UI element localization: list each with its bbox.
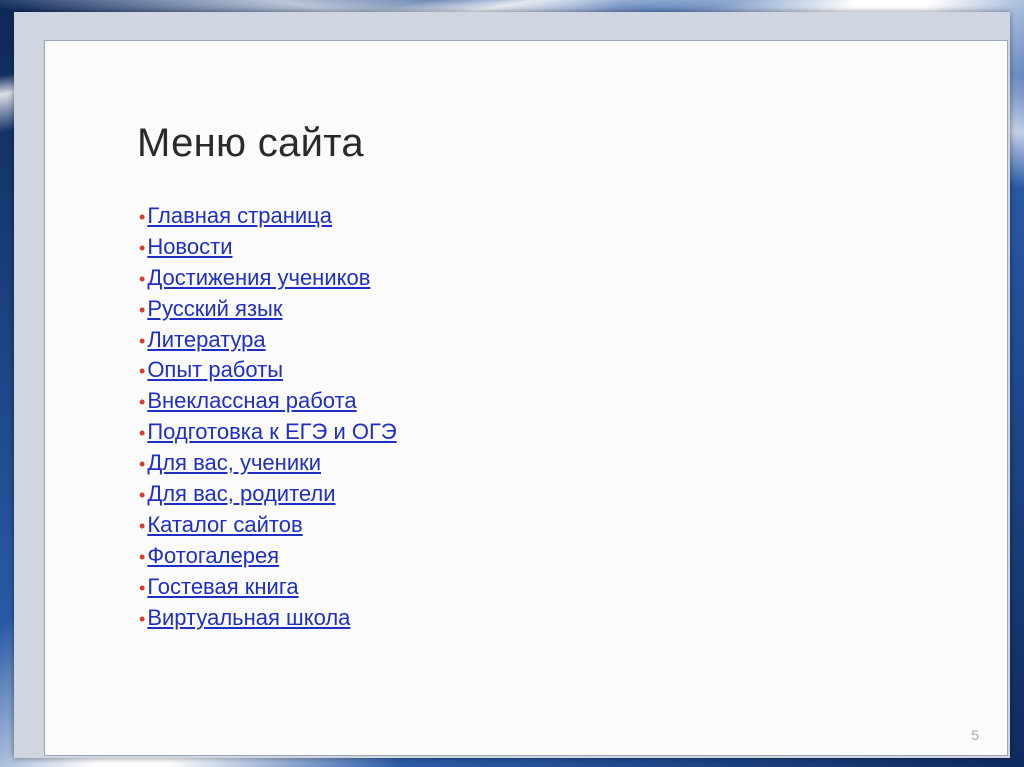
slide-frame: Меню сайта •Главная страница •Новости •Д… <box>14 12 1010 758</box>
list-item: •Каталог сайтов <box>139 510 397 541</box>
menu-link-news[interactable]: Новости <box>147 234 232 259</box>
menu-link-site-catalog[interactable]: Каталог сайтов <box>147 512 302 537</box>
page-number: 5 <box>971 727 979 743</box>
list-item: •Достижения учеников <box>139 263 397 294</box>
bullet-icon: • <box>139 207 146 227</box>
bullet-icon: • <box>139 392 146 413</box>
bullet-icon: • <box>139 330 146 351</box>
menu-link-for-students[interactable]: Для вас, ученики <box>147 450 321 475</box>
list-item: •Главная страница <box>139 201 397 232</box>
menu-link-work-experience[interactable]: Опыт работы <box>147 357 283 382</box>
list-item: •Русский язык <box>139 294 397 325</box>
list-item: •Для вас, родители <box>139 479 397 510</box>
menu-link-russian-language[interactable]: Русский язык <box>147 296 282 321</box>
menu-link-photo-gallery[interactable]: Фотогалерея <box>147 543 279 568</box>
bullet-icon: • <box>139 361 146 382</box>
list-item: •Фотогалерея <box>139 541 397 572</box>
menu-link-virtual-school[interactable]: Виртуальная школа <box>147 605 350 630</box>
menu-link-main-page[interactable]: Главная страница <box>147 203 332 228</box>
list-item: •Внеклассная работа <box>139 386 397 417</box>
menu-link-literature[interactable]: Литература <box>147 327 265 352</box>
list-item: •Новости <box>139 232 397 263</box>
bullet-icon: • <box>139 237 146 258</box>
list-item: •Гостевая книга <box>139 572 397 603</box>
menu-link-extracurricular[interactable]: Внеклассная работа <box>147 388 356 413</box>
list-item: •Для вас, ученики <box>139 448 397 479</box>
bullet-icon: • <box>139 546 146 567</box>
bullet-icon: • <box>139 299 146 320</box>
site-menu: •Главная страница •Новости •Достижения у… <box>139 201 397 633</box>
bullet-icon: • <box>139 454 146 475</box>
page-title: Меню сайта <box>137 121 364 165</box>
menu-link-guestbook[interactable]: Гостевая книга <box>147 574 298 599</box>
bullet-icon: • <box>139 608 146 629</box>
menu-link-exam-prep[interactable]: Подготовка к ЕГЭ и ОГЭ <box>147 419 396 444</box>
menu-link-student-achievements[interactable]: Достижения учеников <box>147 265 370 290</box>
slide: Меню сайта •Главная страница •Новости •Д… <box>44 40 1008 756</box>
list-item: •Подготовка к ЕГЭ и ОГЭ <box>139 417 397 448</box>
list-item: •Виртуальная школа <box>139 603 397 634</box>
list-item: •Литература <box>139 325 397 356</box>
bullet-icon: • <box>139 485 146 506</box>
bullet-icon: • <box>139 268 146 289</box>
bullet-icon: • <box>139 423 146 444</box>
menu-link-for-parents[interactable]: Для вас, родители <box>147 481 335 506</box>
bullet-icon: • <box>139 515 146 536</box>
list-item: •Опыт работы <box>139 355 397 386</box>
bullet-icon: • <box>139 577 146 598</box>
